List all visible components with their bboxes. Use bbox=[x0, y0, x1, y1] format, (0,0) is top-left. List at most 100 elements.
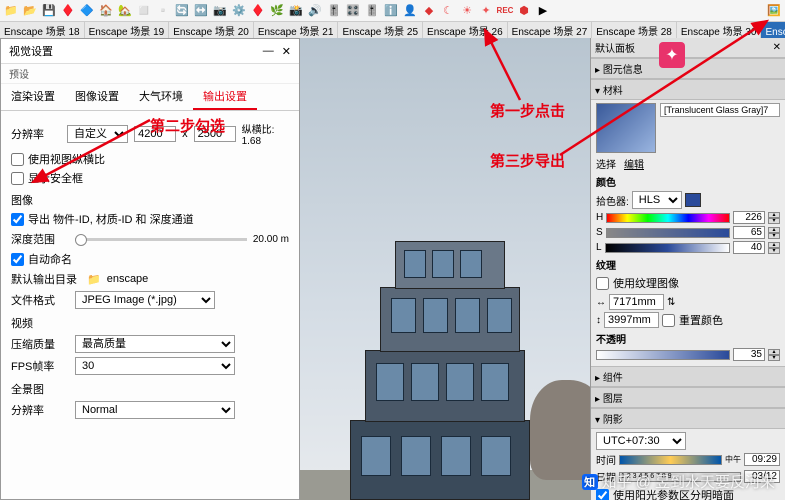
tab-atmosphere[interactable]: 大气环境 bbox=[129, 84, 193, 110]
light-slider[interactable] bbox=[605, 243, 730, 253]
tz-select[interactable]: UTC+07:30 bbox=[596, 432, 686, 450]
preset-label: 预设 bbox=[1, 64, 299, 84]
tab-output[interactable]: 输出设置 bbox=[193, 84, 257, 110]
user-icon[interactable]: 👤 bbox=[401, 2, 419, 20]
toolbar-btn[interactable]: ◻️ bbox=[135, 2, 153, 20]
layers-collapse[interactable]: ▸ 图层 bbox=[591, 387, 785, 408]
compress-select[interactable]: 最高质量 bbox=[75, 335, 235, 353]
picker-select[interactable]: HLS bbox=[632, 191, 682, 209]
toolbar-btn[interactable]: 🏡 bbox=[116, 2, 134, 20]
depth-slider[interactable] bbox=[75, 238, 247, 241]
output-dir-label: 默认输出目录 bbox=[11, 271, 81, 287]
edit-btn[interactable]: 编辑 bbox=[624, 156, 644, 171]
moon-icon[interactable]: ☾ bbox=[439, 2, 457, 20]
scene-tab[interactable]: Enscape 场景 26 bbox=[423, 22, 508, 38]
scene-tab[interactable]: Enscape 场景 27 bbox=[508, 22, 593, 38]
ratio-text: 纵横比: 1.68 bbox=[242, 121, 289, 147]
pano-res-label: 分辨率 bbox=[11, 402, 69, 418]
3d-viewport[interactable] bbox=[300, 38, 590, 500]
toolbar-btn[interactable]: 🏠 bbox=[97, 2, 115, 20]
scene-tab[interactable]: Enscape 场景 19 bbox=[85, 22, 170, 38]
opacity-slider[interactable] bbox=[596, 350, 730, 360]
tab-render[interactable]: 渲染设置 bbox=[1, 84, 65, 110]
toolbar-btn[interactable]: 🎚️ bbox=[363, 2, 381, 20]
export-ids-chk[interactable]: 导出 物件-ID, 材质-ID 和 深度通道 bbox=[11, 211, 289, 227]
sat-slider[interactable] bbox=[606, 228, 730, 238]
toolbar-btn[interactable]: ▫️ bbox=[154, 2, 172, 20]
time-input[interactable] bbox=[744, 453, 780, 466]
tray-panels: 默认面板 ✕ ▸ 图元信息 ▾ 材料 选择 编辑 颜色 拾色器: HLS H▴▾ bbox=[590, 38, 785, 500]
scene-tab[interactable]: Enscape 场景 18 bbox=[0, 22, 85, 38]
leaf-icon[interactable]: 🌿 bbox=[268, 2, 286, 20]
height-input[interactable] bbox=[194, 126, 236, 142]
toolbar-btn[interactable]: 📁 bbox=[2, 2, 20, 20]
gear-icon[interactable]: ⚙️ bbox=[230, 2, 248, 20]
materials-collapse[interactable]: ▾ 材料 bbox=[591, 79, 785, 100]
camera-icon[interactable]: 📷 bbox=[211, 2, 229, 20]
minimize-icon[interactable]: — bbox=[263, 45, 274, 58]
scene-tab-active[interactable]: Enscape 场景 32 bbox=[761, 22, 785, 38]
pano-section: 全景图 bbox=[11, 381, 289, 397]
scene-tab[interactable]: Enscape 场景 30 bbox=[677, 22, 762, 38]
material-name[interactable] bbox=[660, 103, 780, 117]
scene-tab[interactable]: Enscape 场景 20 bbox=[169, 22, 254, 38]
toolbar-btn[interactable]: 💾 bbox=[40, 2, 58, 20]
refresh-icon[interactable]: 🔄 bbox=[173, 2, 191, 20]
scene-tabs: Enscape 场景 18 Enscape 场景 19 Enscape 场景 2… bbox=[0, 22, 785, 38]
toolbar-btn[interactable]: ♦️ bbox=[59, 2, 77, 20]
width-input[interactable] bbox=[134, 126, 176, 142]
toolbar-btn[interactable]: 📂 bbox=[21, 2, 39, 20]
use-viewport-chk[interactable]: 使用视图纵横比 bbox=[11, 151, 289, 167]
use-texture-chk[interactable]: 使用纹理图像 bbox=[596, 275, 780, 291]
toolbar-btn[interactable]: ♦️ bbox=[249, 2, 267, 20]
opacity-input[interactable] bbox=[733, 348, 765, 361]
pano-res-select[interactable]: Normal bbox=[75, 401, 235, 419]
video-section: 视频 bbox=[11, 315, 289, 331]
tex-h[interactable] bbox=[604, 312, 659, 328]
toolbar-btn[interactable]: 📸 bbox=[287, 2, 305, 20]
depth-label: 深度范围 bbox=[11, 231, 69, 247]
auto-name-chk[interactable]: 自动命名 bbox=[11, 251, 289, 267]
l-input[interactable] bbox=[733, 241, 765, 254]
scene-tab[interactable]: Enscape 场景 21 bbox=[254, 22, 339, 38]
toolbar-btn[interactable]: 🔷 bbox=[78, 2, 96, 20]
close-icon[interactable]: ✕ bbox=[773, 42, 781, 53]
sound-icon[interactable]: 🔊 bbox=[306, 2, 324, 20]
gem-icon[interactable]: ◆ bbox=[420, 2, 438, 20]
depth-value: 20.00 m bbox=[253, 234, 289, 245]
export-icon[interactable]: ▶ bbox=[534, 2, 552, 20]
tab-image[interactable]: 图像设置 bbox=[65, 84, 129, 110]
fps-select[interactable]: 30 bbox=[75, 357, 235, 375]
sun-icon[interactable]: ☀ bbox=[458, 2, 476, 20]
shadows-collapse[interactable]: ▾ 阴影 bbox=[591, 408, 785, 429]
entity-info-collapse[interactable]: ▸ 图元信息 bbox=[591, 58, 785, 79]
components-collapse[interactable]: ▸ 组件 bbox=[591, 366, 785, 387]
tex-w[interactable] bbox=[609, 294, 664, 310]
toolbar-btn[interactable]: ↔️ bbox=[192, 2, 210, 20]
show-safe-chk[interactable]: 显示安全框 bbox=[11, 170, 289, 186]
hue-slider[interactable] bbox=[606, 213, 730, 223]
material-swatch[interactable] bbox=[596, 103, 656, 153]
h-input[interactable] bbox=[733, 211, 765, 224]
output-dir: enscape bbox=[107, 273, 149, 285]
format-select[interactable]: JPEG Image (*.jpg) bbox=[75, 291, 215, 309]
shield-icon[interactable]: ⬢ bbox=[515, 2, 533, 20]
texture-section: 纹理 bbox=[596, 257, 780, 272]
resolution-mode-select[interactable]: 自定义 bbox=[67, 125, 128, 143]
tune-icon[interactable]: 🎛️ bbox=[344, 2, 362, 20]
wrench-icon[interactable]: ✦ bbox=[477, 2, 495, 20]
color-preview[interactable] bbox=[685, 193, 701, 207]
close-icon[interactable]: ✕ bbox=[282, 45, 291, 58]
select-btn[interactable]: 选择 bbox=[596, 156, 616, 171]
rec-icon[interactable]: REC bbox=[496, 2, 514, 20]
folder-icon[interactable]: 📁 bbox=[87, 273, 101, 286]
time-slider[interactable] bbox=[619, 455, 722, 465]
toolbar-btn[interactable]: 🖼️ bbox=[765, 2, 783, 20]
resolution-label: 分辨率 bbox=[11, 126, 61, 142]
info-icon[interactable]: ℹ️ bbox=[382, 2, 400, 20]
scene-tab[interactable]: Enscape 场景 28 bbox=[592, 22, 677, 38]
s-input[interactable] bbox=[733, 226, 765, 239]
sliders-icon[interactable]: 🎚️ bbox=[325, 2, 343, 20]
panel-title: 视觉设置 bbox=[9, 43, 53, 59]
scene-tab[interactable]: Enscape 场景 25 bbox=[338, 22, 423, 38]
